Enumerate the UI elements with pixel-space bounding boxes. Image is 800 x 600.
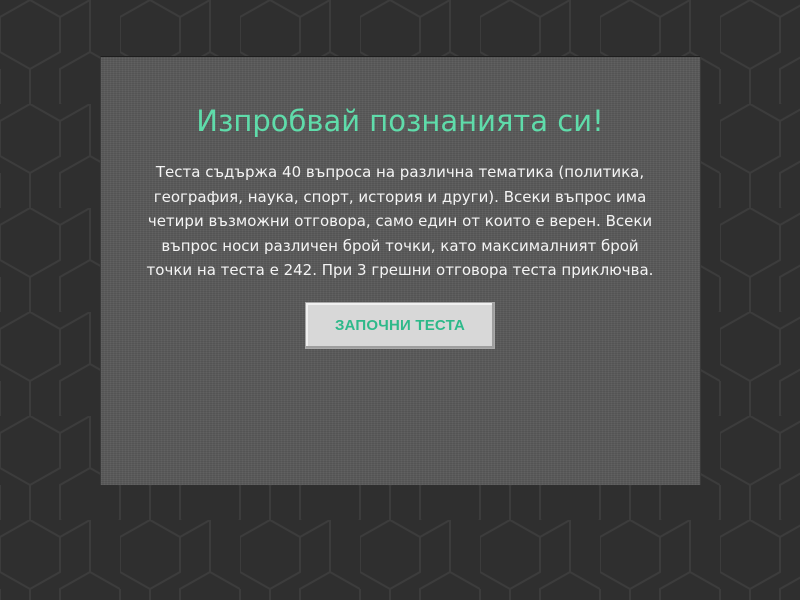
quiz-description: Теста съдържа 40 въпроса на различна тем… xyxy=(146,163,654,279)
start-quiz-button[interactable]: ЗАПОЧНИ ТЕСТА xyxy=(305,302,495,349)
quiz-title: Изпробвай познанията си! xyxy=(196,104,604,138)
